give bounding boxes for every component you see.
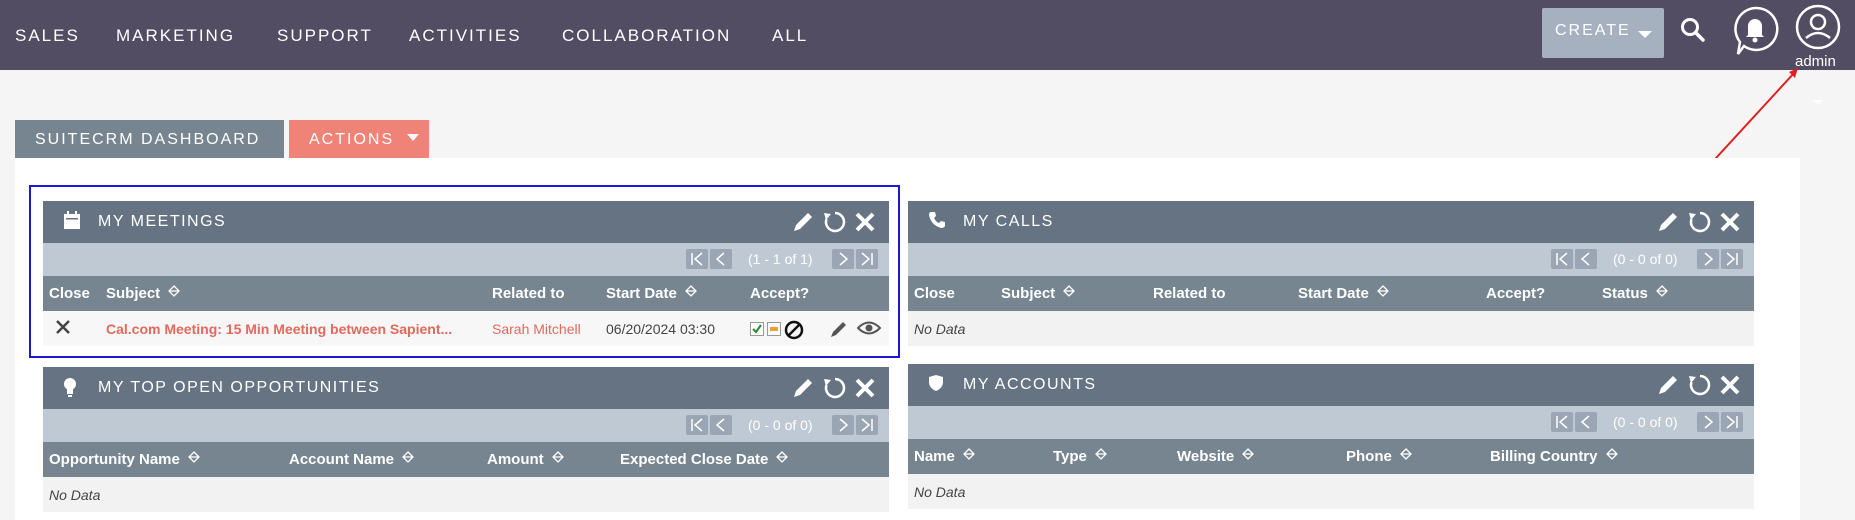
col-related-to: Related to: [1153, 285, 1226, 302]
tab-suitecrm-dashboard[interactable]: SUITECRM DASHBOARD: [15, 120, 284, 158]
col-opportunity-name[interactable]: Opportunity Name: [49, 451, 200, 468]
col-status[interactable]: Status: [1602, 285, 1668, 302]
close-icon[interactable]: [1720, 212, 1740, 232]
nav-collaboration[interactable]: COLLABORATION: [562, 26, 731, 46]
col-billing-country[interactable]: Billing Country: [1490, 448, 1618, 465]
first-page-button[interactable]: [686, 415, 708, 435]
highlight-box: [29, 185, 900, 358]
close-icon[interactable]: [855, 378, 875, 398]
notifications-bell-icon[interactable]: [1730, 5, 1780, 57]
nav-marketing[interactable]: MARKETING: [116, 26, 235, 46]
table-row: No Data: [908, 311, 1754, 346]
column-header-row: Name Type Website Phone Billing Country: [908, 439, 1754, 474]
first-page-button[interactable]: [1551, 412, 1573, 432]
col-subject[interactable]: Subject: [1001, 285, 1076, 302]
sort-icon[interactable]: [1605, 448, 1618, 460]
nav-all[interactable]: ALL: [772, 26, 808, 46]
col-amount[interactable]: Amount: [487, 451, 564, 468]
refresh-icon[interactable]: [1689, 211, 1711, 233]
dashlet-tools: [791, 376, 881, 405]
sort-icon[interactable]: [962, 448, 975, 460]
create-button[interactable]: CREATE: [1542, 8, 1664, 58]
no-data-text: No Data: [914, 484, 966, 500]
caret-down-icon: [1638, 31, 1652, 38]
refresh-icon[interactable]: [1689, 374, 1711, 396]
sort-icon[interactable]: [1376, 285, 1389, 297]
dashlet-title: MY TOP OPEN OPPORTUNITIES: [98, 379, 381, 396]
edit-pencil-icon[interactable]: [794, 379, 812, 397]
create-label: CREATE: [1555, 22, 1631, 39]
dashlet-header: MY ACCOUNTS: [908, 364, 1754, 406]
last-page-button[interactable]: [856, 415, 878, 435]
col-expected-close-date[interactable]: Expected Close Date: [620, 451, 789, 468]
col-accept: Accept?: [1486, 285, 1546, 302]
pagination-bar: (0 - 0 of 0): [908, 406, 1754, 439]
dashlet-my-calls: MY CALLS (0 - 0 of 0) Close Subject Rela…: [908, 201, 1754, 346]
prev-page-button[interactable]: [1575, 412, 1597, 432]
edit-pencil-icon[interactable]: [1659, 213, 1677, 231]
table-row: No Data: [43, 477, 889, 512]
pagination-text: (0 - 0 of 0): [748, 417, 813, 433]
col-close: Close: [914, 285, 955, 302]
sort-icon[interactable]: [187, 451, 200, 463]
dashlet-tools: [1656, 373, 1746, 402]
dashlet-my-accounts: MY ACCOUNTS (0 - 0 of 0) Name Type Websi…: [908, 364, 1754, 509]
nav-support[interactable]: SUPPORT: [277, 26, 373, 46]
dashlet-title: MY CALLS: [963, 213, 1054, 230]
dashlet-tools: [1656, 210, 1746, 239]
column-header-row: Close Subject Related to Start Date Acce…: [908, 276, 1754, 311]
no-data-text: No Data: [914, 321, 966, 337]
first-page-button[interactable]: [1551, 249, 1573, 269]
dashlet-header: MY CALLS: [908, 201, 1754, 243]
next-page-button[interactable]: [832, 415, 854, 435]
sort-icon[interactable]: [551, 451, 564, 463]
nav-sales[interactable]: SALES: [15, 26, 80, 46]
next-page-button[interactable]: [1697, 249, 1719, 269]
actions-label: ACTIONS: [309, 131, 395, 148]
refresh-icon[interactable]: [824, 377, 846, 399]
shield-icon: [929, 375, 943, 391]
dashlet-header: MY TOP OPEN OPPORTUNITIES: [43, 367, 889, 409]
prev-page-button[interactable]: [710, 415, 732, 435]
dropdown-caret-icon: [1813, 100, 1823, 105]
search-icon[interactable]: [1680, 17, 1706, 43]
last-page-button[interactable]: [1721, 412, 1743, 432]
pagination-bar: (0 - 0 of 0): [908, 243, 1754, 276]
sort-icon[interactable]: [402, 451, 414, 463]
table-row: No Data: [908, 474, 1754, 509]
phone-icon: [929, 212, 945, 228]
top-nav-bar: SALES MARKETING SUPPORT ACTIVITIES COLLA…: [0, 0, 1855, 70]
sort-icon[interactable]: [1063, 285, 1076, 297]
column-header-row: Opportunity Name Account Name Amount Exp…: [43, 442, 889, 477]
col-phone[interactable]: Phone: [1346, 448, 1412, 465]
col-website[interactable]: Website: [1177, 448, 1255, 465]
col-type[interactable]: Type: [1053, 448, 1107, 465]
sort-icon[interactable]: [1655, 285, 1668, 297]
edit-pencil-icon[interactable]: [1659, 376, 1677, 394]
close-icon[interactable]: [1720, 375, 1740, 395]
dashlet-my-top-open-opportunities: MY TOP OPEN OPPORTUNITIES (0 - 0 of 0) O…: [43, 367, 889, 512]
caret-down-icon: [407, 134, 419, 141]
dashlet-title: MY ACCOUNTS: [963, 376, 1097, 393]
last-page-button[interactable]: [1721, 249, 1743, 269]
pagination-text: (0 - 0 of 0): [1613, 414, 1678, 430]
sort-icon[interactable]: [1399, 448, 1412, 460]
no-data-text: No Data: [49, 487, 101, 503]
user-avatar-icon[interactable]: [1795, 4, 1841, 50]
sort-icon[interactable]: [776, 451, 789, 463]
col-name[interactable]: Name: [914, 448, 975, 465]
pagination-text: (0 - 0 of 0): [1613, 251, 1678, 267]
nav-activities[interactable]: ACTIVITIES: [409, 26, 522, 46]
next-page-button[interactable]: [1697, 412, 1719, 432]
actions-button[interactable]: ACTIONS: [289, 120, 429, 158]
sort-icon[interactable]: [1094, 448, 1107, 460]
sort-icon[interactable]: [1242, 448, 1255, 460]
col-account-name[interactable]: Account Name: [289, 451, 414, 468]
lightbulb-icon: [64, 378, 76, 397]
prev-page-button[interactable]: [1575, 249, 1597, 269]
pagination-bar: (0 - 0 of 0): [43, 409, 889, 442]
col-start-date[interactable]: Start Date: [1298, 285, 1389, 302]
